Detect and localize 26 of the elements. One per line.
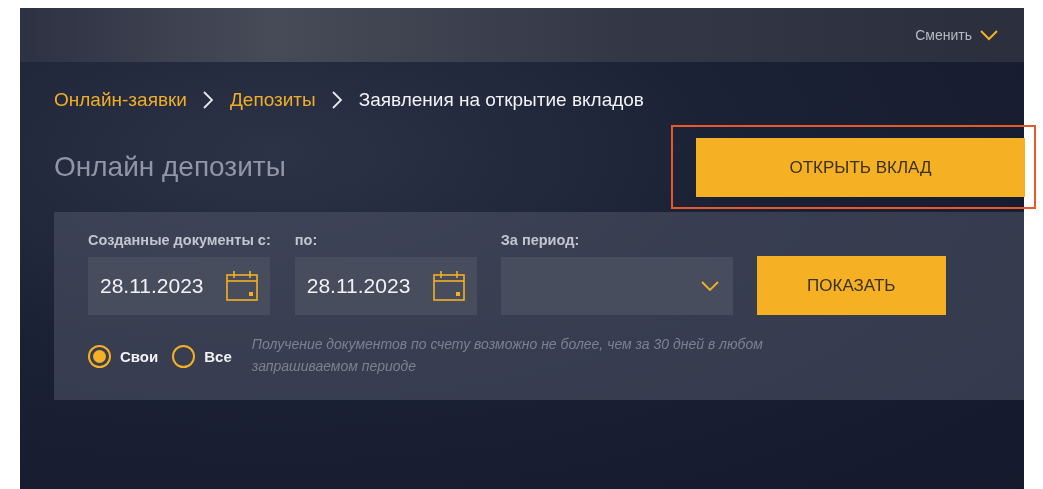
field-label: по: bbox=[294, 232, 319, 250]
page-title: Онлайн депозиты bbox=[54, 151, 286, 183]
date-value: 28.11.2023 bbox=[100, 274, 204, 298]
chevron-right-icon bbox=[202, 91, 214, 109]
chevron-down-icon bbox=[700, 281, 719, 291]
calendar-icon bbox=[226, 271, 258, 301]
date-field[interactable]: 28.11.2023 bbox=[294, 257, 477, 315]
breadcrumb-link[interactable]: Депозиты bbox=[229, 89, 316, 111]
radio-label: Свои bbox=[120, 348, 159, 365]
breadcrumb-link[interactable]: Онлайн-заявки bbox=[54, 89, 187, 111]
field-label: За период: bbox=[500, 232, 581, 250]
date-value: 28.11.2023 bbox=[306, 274, 411, 298]
field-label: Созданные документы с: bbox=[88, 232, 271, 250]
date-field[interactable]: 28.11.2023 bbox=[88, 257, 270, 315]
chevron-right-icon bbox=[331, 91, 343, 109]
radio-option[interactable]: Свои bbox=[88, 345, 159, 368]
chevron-down-icon bbox=[980, 29, 998, 41]
switch-button[interactable]: Сменить bbox=[915, 27, 998, 43]
open-deposit-button[interactable]: ОТКРЫТЬ ВКЛАД bbox=[696, 138, 1025, 197]
calendar-icon bbox=[432, 271, 465, 301]
breadcrumb-current: Заявления на открытие вкладов bbox=[358, 89, 644, 111]
show-button[interactable]: ПОКАЗАТЬ bbox=[756, 256, 946, 315]
radio-label: Все bbox=[204, 348, 232, 365]
radio-option[interactable]: Все bbox=[172, 345, 232, 368]
period-dropdown[interactable] bbox=[500, 257, 733, 315]
hint-text: Получение документов по счету возможно не более, чем за 30 дней в любом запрашиваемом периоде bbox=[251, 335, 764, 376]
